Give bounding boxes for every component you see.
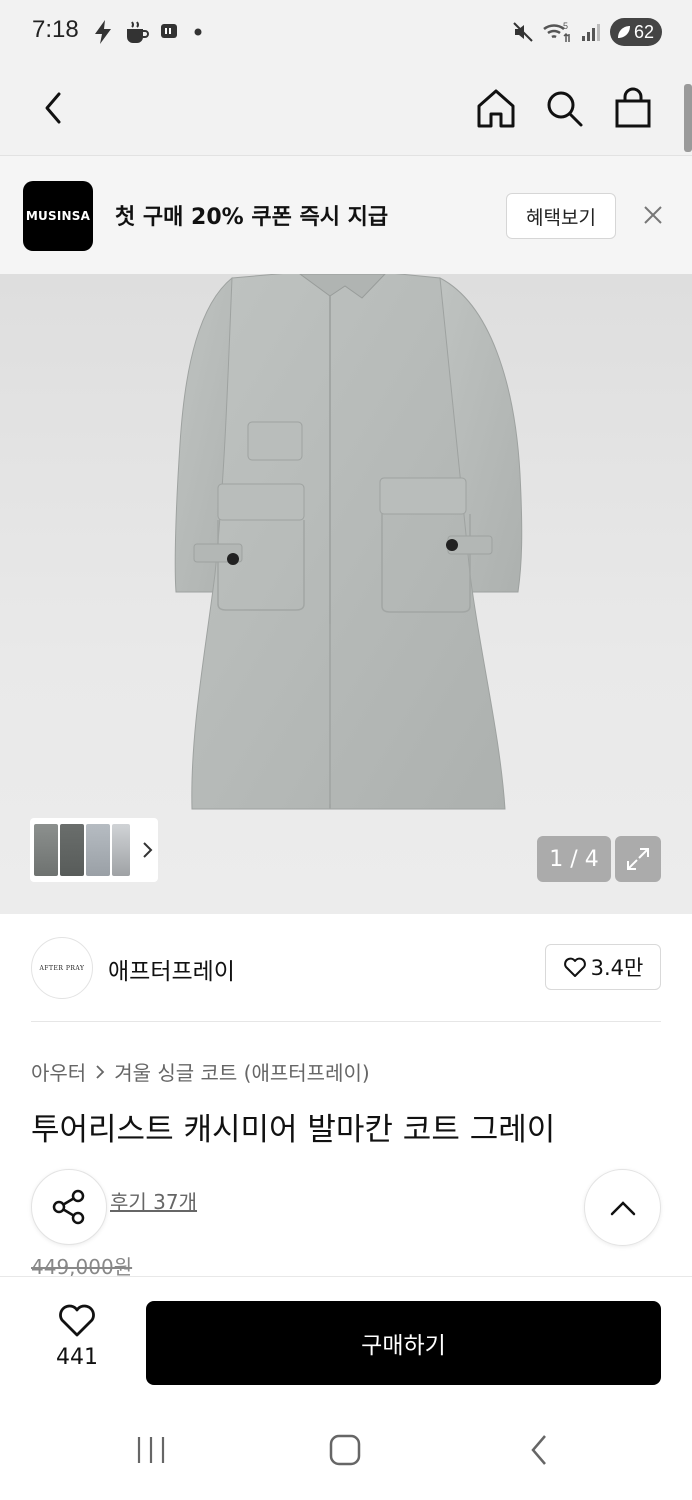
home-system-button[interactable] xyxy=(320,1430,370,1470)
product-image[interactable]: 1 / 4 xyxy=(0,274,692,914)
breadcrumb-subcategory[interactable]: 겨울 싱글 코트 (애프터프레이) xyxy=(114,1057,369,1086)
dot-icon xyxy=(194,28,202,36)
search-button[interactable] xyxy=(538,82,590,134)
breadcrumb-category[interactable]: 아우터 xyxy=(31,1057,86,1086)
status-right-icons: 5 62 xyxy=(512,16,662,48)
coffee-icon xyxy=(127,21,149,43)
image-counter: 1 / 4 xyxy=(537,836,611,882)
mute-icon xyxy=(513,22,533,42)
share-button[interactable] xyxy=(31,1169,107,1245)
purchase-bar: 441 구매하기 xyxy=(0,1276,692,1406)
share-icon xyxy=(52,1189,85,1225)
close-icon xyxy=(644,206,662,224)
brand-like-button[interactable]: 3.4만 xyxy=(545,944,661,990)
scroll-indicator[interactable] xyxy=(684,84,692,152)
thumbnail-image[interactable] xyxy=(86,824,110,876)
battery-level: 62 xyxy=(633,21,654,42)
leaf-icon xyxy=(617,26,630,38)
benefit-button[interactable]: 혜택보기 xyxy=(506,193,616,239)
expand-icon xyxy=(627,848,649,870)
search-icon xyxy=(547,91,583,127)
back-system-button[interactable] xyxy=(514,1430,564,1470)
brand-like-count: 3.4만 xyxy=(590,956,644,980)
home-square-icon xyxy=(329,1434,361,1466)
home-icon xyxy=(477,89,515,128)
thumbnail-image[interactable] xyxy=(34,824,58,876)
back-chevron-icon xyxy=(531,1435,546,1465)
flash-icon xyxy=(95,20,111,44)
top-nav xyxy=(0,64,692,156)
wifi-icon: 5 xyxy=(543,21,570,42)
svg-text:5: 5 xyxy=(563,21,568,31)
brand-name[interactable]: 애프터프레이 xyxy=(108,952,235,986)
recent-apps-button[interactable] xyxy=(126,1430,176,1470)
heart-icon xyxy=(59,1304,95,1337)
promo-close-button[interactable] xyxy=(638,200,668,230)
thumbnail-image[interactable] xyxy=(60,824,84,876)
status-time: 7:18 xyxy=(32,16,79,43)
system-nav-bar xyxy=(0,1406,692,1500)
buy-button[interactable]: 구매하기 xyxy=(146,1301,661,1385)
home-button[interactable] xyxy=(470,82,522,134)
shopping-bag-icon xyxy=(615,87,651,128)
chevron-up-icon xyxy=(610,1200,635,1215)
chevron-right-icon[interactable] xyxy=(138,838,158,862)
battery-icon: 62 xyxy=(609,18,662,46)
brand-logo[interactable]: AFTER PRAY xyxy=(31,937,93,999)
info-divider xyxy=(31,1021,661,1022)
wishlist-button[interactable]: 441 xyxy=(48,1303,106,1370)
message-icon xyxy=(161,24,177,38)
recent-apps-icon xyxy=(137,1437,165,1463)
signal-icon xyxy=(581,24,600,41)
promo-banner[interactable]: MUSINSA 첫 구매 20% 쿠폰 즉시 지급 혜택보기 xyxy=(0,156,692,274)
chevron-right-icon xyxy=(96,1064,105,1079)
cart-button[interactable] xyxy=(607,82,659,134)
back-button[interactable] xyxy=(28,82,80,134)
heart-icon xyxy=(563,957,586,977)
product-info: AFTER PRAY 애프터프레이 3.4만 아우터 겨울 싱글 코트 (애프터… xyxy=(0,914,692,1279)
thumbnail-strip[interactable] xyxy=(30,818,158,882)
musinsa-logo: MUSINSA xyxy=(23,181,93,251)
promo-message: 첫 구매 20% 쿠폰 즉시 지급 xyxy=(115,205,389,230)
product-title: 투어리스트 캐시미어 발마칸 코트 그레이 xyxy=(31,1112,556,1148)
status-bar: 7:18 5 62 xyxy=(0,0,692,64)
review-link[interactable]: 후기 37개 xyxy=(110,1186,197,1215)
back-arrow-icon xyxy=(45,92,61,124)
breadcrumb: 아우터 겨울 싱글 코트 (애프터프레이) xyxy=(31,1057,370,1086)
scroll-top-button[interactable] xyxy=(584,1169,661,1246)
wishlist-count: 441 xyxy=(56,1345,98,1370)
status-left-icons xyxy=(92,18,208,46)
expand-button[interactable] xyxy=(615,836,661,882)
thumbnail-image[interactable] xyxy=(112,824,130,876)
